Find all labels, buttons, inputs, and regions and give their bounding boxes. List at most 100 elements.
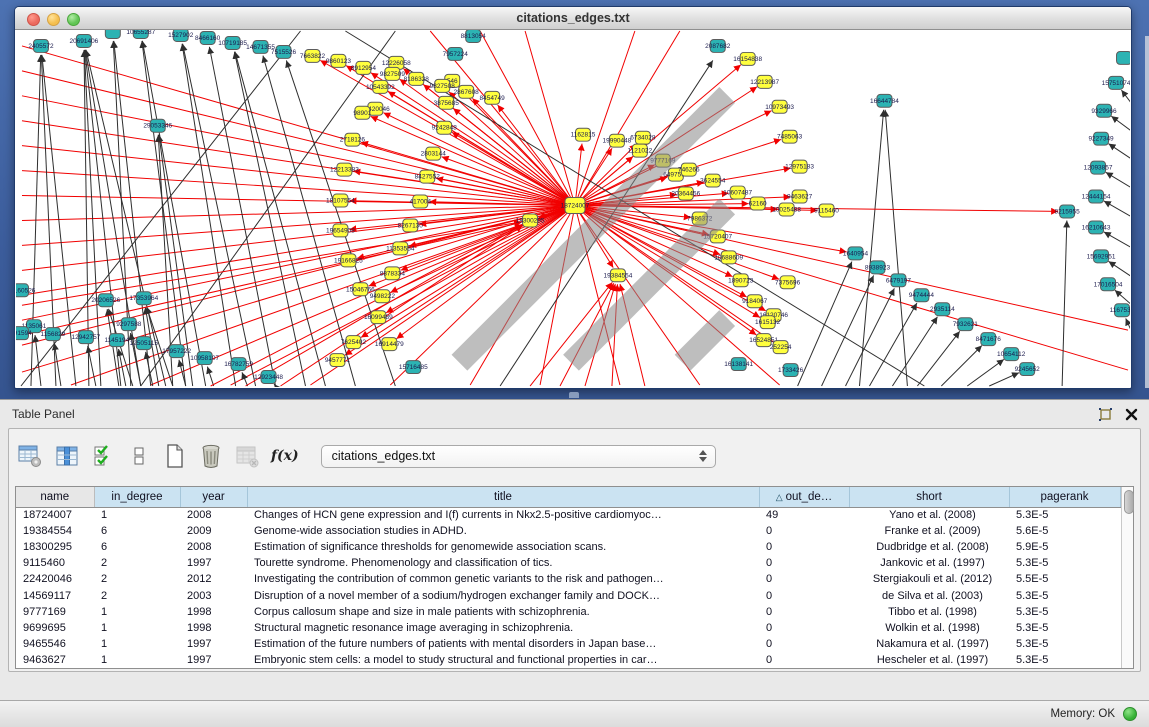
table-cell[interactable]: Corpus callosum shape and size in male p… bbox=[247, 604, 759, 620]
table-cell[interactable]: 9463627 bbox=[16, 652, 94, 668]
table-cell[interactable]: 2 bbox=[94, 571, 180, 587]
table-cell[interactable]: 1 bbox=[94, 620, 180, 636]
table-row[interactable]: 911546021997Tourette syndrome. Phenomeno… bbox=[16, 555, 1120, 571]
table-cell[interactable]: 19384554 bbox=[16, 523, 94, 539]
table-cell[interactable]: 0 bbox=[759, 571, 849, 587]
table-cell[interactable]: Tourette syndrome. Phenomenology and cla… bbox=[247, 555, 759, 571]
new-table-button[interactable] bbox=[163, 442, 187, 470]
table-cell[interactable]: Estimation of the future numbers of pati… bbox=[247, 636, 759, 652]
table-cell[interactable]: 1997 bbox=[180, 636, 247, 652]
window-resize-grip[interactable] bbox=[16, 30, 1128, 385]
table-cell[interactable]: 1 bbox=[94, 652, 180, 668]
table-cell[interactable]: 2008 bbox=[180, 507, 247, 523]
table-selector-dropdown[interactable]: citations_edges.txt bbox=[321, 445, 716, 468]
table-cell[interactable]: 0 bbox=[759, 587, 849, 603]
table-cell[interactable]: 2 bbox=[94, 587, 180, 603]
table-cell[interactable]: 5.3E-5 bbox=[1009, 555, 1120, 571]
table-cell[interactable]: 1998 bbox=[180, 604, 247, 620]
network-canvas[interactable]: 2405572206914061065528715279028466160107… bbox=[16, 30, 1130, 387]
table-settings-button[interactable] bbox=[17, 442, 43, 470]
table-cell[interactable]: 1 bbox=[94, 604, 180, 620]
table-cell[interactable]: 0 bbox=[759, 523, 849, 539]
table-cell[interactable]: 1 bbox=[94, 507, 180, 523]
table-cell[interactable]: Tibbo et al. (1998) bbox=[849, 604, 1009, 620]
column-header-name[interactable]: name bbox=[16, 487, 94, 507]
table-cell[interactable]: 5.5E-5 bbox=[1009, 571, 1120, 587]
table-cell[interactable]: Genome-wide association studies in ADHD. bbox=[247, 523, 759, 539]
table-cell[interactable]: 14569117 bbox=[16, 587, 94, 603]
table-cell[interactable]: 22420046 bbox=[16, 571, 94, 587]
vertical-scrollbar[interactable] bbox=[1121, 487, 1134, 668]
table-cell[interactable]: Estimation of significance thresholds fo… bbox=[247, 539, 759, 555]
column-header-out_de[interactable]: △out_de… bbox=[759, 487, 849, 507]
table-row[interactable]: 1872400712008Changes of HCN gene express… bbox=[16, 507, 1120, 523]
show-columns-button[interactable] bbox=[55, 442, 79, 470]
window-titlebar[interactable]: citations_edges.txt bbox=[15, 7, 1131, 30]
table-cell[interactable]: 5.3E-5 bbox=[1009, 507, 1120, 523]
table-cell[interactable]: 1997 bbox=[180, 652, 247, 668]
table-cell[interactable]: Stergiakouli et al. (2012) bbox=[849, 571, 1009, 587]
table-cell[interactable]: 6 bbox=[94, 523, 180, 539]
table-cell[interactable]: 1 bbox=[94, 636, 180, 652]
table-cell[interactable]: 5.3E-5 bbox=[1009, 620, 1120, 636]
table-cell[interactable]: 9465546 bbox=[16, 636, 94, 652]
network-window[interactable]: citations_edges.txt 24055722069140610655… bbox=[14, 6, 1132, 389]
table-cell[interactable]: 2 bbox=[94, 555, 180, 571]
memory-status-dot[interactable] bbox=[1123, 707, 1137, 721]
table-cell[interactable]: Embryonic stem cells: a model to study s… bbox=[247, 652, 759, 668]
select-all-rows-button[interactable] bbox=[91, 442, 115, 470]
table-cell[interactable]: Jankovic et al. (1997) bbox=[849, 555, 1009, 571]
table-cell[interactable]: 5.9E-5 bbox=[1009, 539, 1120, 555]
table-cell[interactable]: 0 bbox=[759, 539, 849, 555]
table-cell[interactable]: Structural magnetic resonance image aver… bbox=[247, 620, 759, 636]
table-cell[interactable]: 5.6E-5 bbox=[1009, 523, 1120, 539]
float-panel-icon[interactable] bbox=[1097, 406, 1113, 422]
column-header-title[interactable]: title bbox=[247, 487, 759, 507]
table-cell[interactable]: 0 bbox=[759, 604, 849, 620]
table-row[interactable]: 946554611997Estimation of the future num… bbox=[16, 636, 1120, 652]
table-cell[interactable]: 2008 bbox=[180, 539, 247, 555]
function-builder-button[interactable]: f(x) bbox=[271, 442, 299, 470]
table-cell[interactable]: 9115460 bbox=[16, 555, 94, 571]
clear-selection-button[interactable] bbox=[127, 442, 151, 470]
table-cell[interactable]: de Silva et al. (2003) bbox=[849, 587, 1009, 603]
table-cell[interactable]: 0 bbox=[759, 636, 849, 652]
table-row[interactable]: 1938455462009Genome-wide association stu… bbox=[16, 523, 1120, 539]
table-cell[interactable]: Disruption of a novel member of a sodium… bbox=[247, 587, 759, 603]
table-cell[interactable]: Nakamura et al. (1997) bbox=[849, 636, 1009, 652]
table-row[interactable]: 969969511998Structural magnetic resonanc… bbox=[16, 620, 1120, 636]
table-cell[interactable]: 5.3E-5 bbox=[1009, 587, 1120, 603]
column-header-short[interactable]: short bbox=[849, 487, 1009, 507]
table-cell[interactable]: 18724007 bbox=[16, 507, 94, 523]
table-cell[interactable]: 2012 bbox=[180, 571, 247, 587]
table-cell[interactable]: 1997 bbox=[180, 555, 247, 571]
scrollbar-thumb[interactable] bbox=[1124, 490, 1134, 514]
column-header-in_degree[interactable]: in_degree bbox=[94, 487, 180, 507]
table-cell[interactable]: 0 bbox=[759, 555, 849, 571]
table-cell[interactable]: Wolkin et al. (1998) bbox=[849, 620, 1009, 636]
table-cell[interactable]: Dudbridge et al. (2008) bbox=[849, 539, 1009, 555]
table-cell[interactable]: 5.3E-5 bbox=[1009, 604, 1120, 620]
table-cell[interactable]: 2003 bbox=[180, 587, 247, 603]
table-cell[interactable]: 0 bbox=[759, 620, 849, 636]
table-cell[interactable]: 49 bbox=[759, 507, 849, 523]
panel-splitter-handle[interactable] bbox=[569, 392, 579, 398]
table-cell[interactable]: Yano et al. (2008) bbox=[849, 507, 1009, 523]
table-cell[interactable]: 0 bbox=[759, 652, 849, 668]
close-panel-icon[interactable] bbox=[1123, 406, 1139, 422]
table-cell[interactable]: Investigating the contribution of common… bbox=[247, 571, 759, 587]
table-cell[interactable]: 5.3E-5 bbox=[1009, 652, 1120, 668]
column-header-year[interactable]: year bbox=[180, 487, 247, 507]
table-cell[interactable]: 1998 bbox=[180, 620, 247, 636]
table-row[interactable]: 946362711997Embryonic stem cells: a mode… bbox=[16, 652, 1120, 668]
table-cell[interactable]: 9777169 bbox=[16, 604, 94, 620]
table-cell[interactable]: 5.3E-5 bbox=[1009, 636, 1120, 652]
table-cell[interactable]: 18300295 bbox=[16, 539, 94, 555]
table-cell[interactable]: 9699695 bbox=[16, 620, 94, 636]
table-cell[interactable]: 2009 bbox=[180, 523, 247, 539]
delete-trash-button[interactable] bbox=[199, 442, 223, 470]
table-row[interactable]: 1456911722003Disruption of a novel membe… bbox=[16, 587, 1120, 603]
table-row[interactable]: 977716911998Corpus callosum shape and si… bbox=[16, 604, 1120, 620]
table-cell[interactable]: Hescheler et al. (1997) bbox=[849, 652, 1009, 668]
table-cell[interactable]: Franke et al. (2009) bbox=[849, 523, 1009, 539]
